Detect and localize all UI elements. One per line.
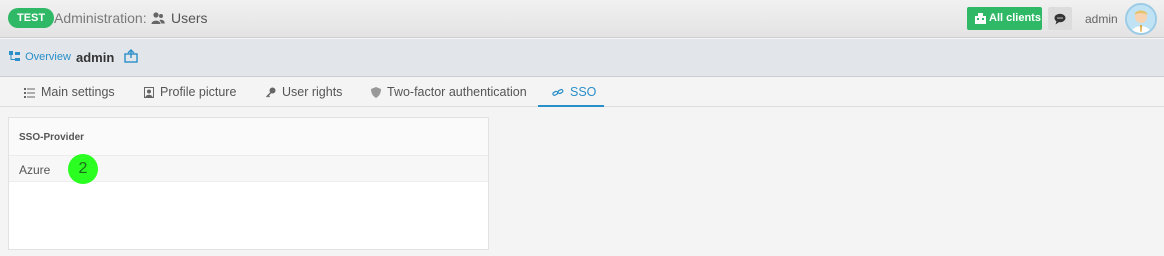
all-clients-button[interactable]: All clients: [967, 7, 1042, 30]
environment-badge: TEST: [8, 8, 55, 28]
export-icon[interactable]: [124, 49, 138, 63]
tab-sso[interactable]: SSO: [538, 78, 604, 107]
tab-label: User rights: [282, 85, 343, 99]
tab-bar: Main settings Profile picture User right…: [0, 78, 1164, 107]
user-avatar-icon: [1127, 5, 1155, 33]
tab-two-factor-authentication[interactable]: Two-factor authentication: [371, 78, 527, 107]
top-bar: TEST Administration: Users All clients a…: [0, 0, 1164, 38]
table-header: SSO-Provider: [9, 118, 488, 156]
users-icon: [151, 12, 165, 24]
sub-header: Overview admin: [0, 39, 1164, 77]
section-title: Administration:: [54, 10, 147, 26]
tab-label: Two-factor authentication: [387, 85, 527, 99]
user-name[interactable]: admin: [1085, 12, 1118, 26]
record-title: admin: [76, 50, 115, 65]
chat-button[interactable]: [1048, 7, 1072, 30]
overview-label: Overview: [25, 51, 71, 63]
provider-cell: Azure: [19, 163, 51, 177]
tab-main-settings[interactable]: Main settings: [24, 78, 115, 107]
avatar[interactable]: [1125, 3, 1157, 35]
page-title: Users: [171, 10, 208, 26]
list-icon: [24, 88, 35, 98]
overview-link[interactable]: Overview: [9, 51, 71, 63]
tab-label: SSO: [570, 85, 597, 99]
link-icon: [552, 88, 564, 96]
step-marker: 2: [68, 154, 98, 184]
tab-profile-picture[interactable]: Profile picture: [144, 78, 236, 107]
tab-user-rights[interactable]: User rights: [265, 78, 342, 107]
chat-icon: [1054, 13, 1066, 25]
tree-icon: [9, 51, 20, 61]
column-header-sso-provider[interactable]: SSO-Provider: [19, 132, 84, 143]
key-icon: [266, 87, 276, 98]
tab-label: Profile picture: [160, 85, 237, 99]
shield-icon: [371, 87, 381, 98]
all-clients-label: All clients: [989, 12, 1041, 24]
image-icon: [144, 87, 154, 98]
building-icon: [975, 13, 986, 24]
tab-label: Main settings: [41, 85, 115, 99]
